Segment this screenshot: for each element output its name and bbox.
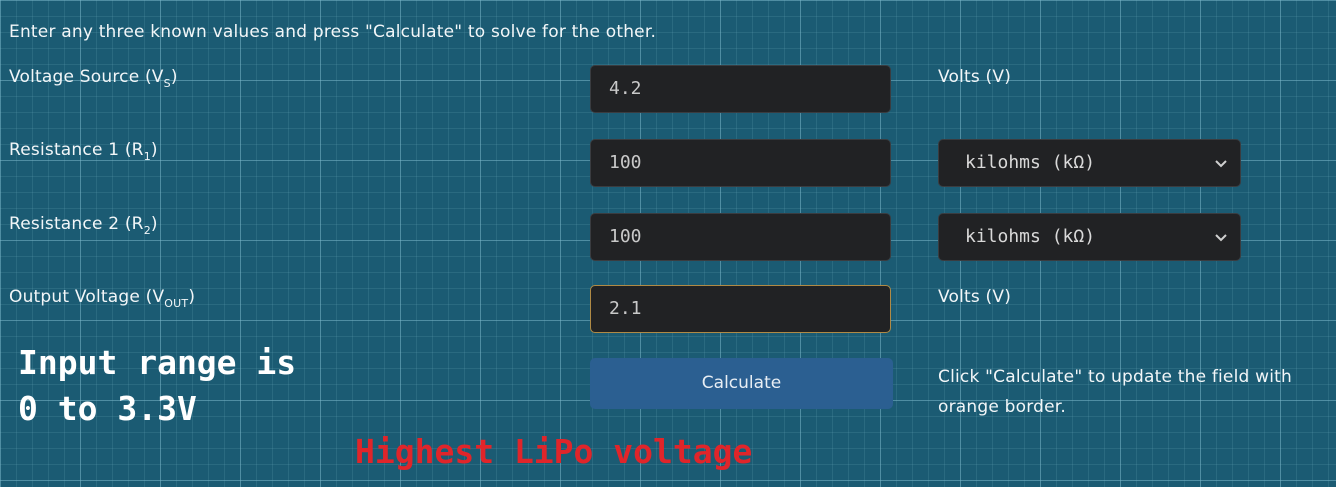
lipo-voltage-annotation: Highest LiPo voltage: [355, 432, 753, 471]
output-voltage-input[interactable]: 2.1: [590, 285, 891, 333]
output-voltage-unit: Volts (V): [938, 287, 1012, 307]
output-voltage-label: Output Voltage (VOUT): [9, 287, 196, 310]
chevron-down-icon: [1215, 234, 1227, 242]
resistance-2-unit-select[interactable]: kilohms (kΩ): [938, 213, 1241, 261]
input-range-annotation: Input range is 0 to 3.3V: [18, 340, 296, 432]
input-range-line-2: 0 to 3.3V: [18, 389, 197, 428]
voltage-source-input[interactable]: 4.2: [590, 65, 891, 113]
voltage-source-unit: Volts (V): [938, 67, 1012, 87]
intro-text: Enter any three known values and press "…: [9, 22, 657, 42]
resistance-2-unit-value: kilohms (kΩ): [965, 226, 1096, 247]
resistance-1-label: Resistance 1 (R1): [9, 140, 158, 163]
voltage-source-label: Voltage Source (VS): [9, 67, 178, 90]
calculate-button[interactable]: Calculate: [590, 358, 893, 409]
input-range-line-1: Input range is: [18, 343, 297, 382]
resistance-1-input[interactable]: 100: [590, 139, 891, 187]
resistance-1-unit-select[interactable]: kilohms (kΩ): [938, 139, 1241, 187]
calculate-hint: Click "Calculate" to update the field wi…: [938, 367, 1292, 417]
resistance-2-label: Resistance 2 (R2): [9, 214, 158, 237]
resistance-2-input[interactable]: 100: [590, 213, 891, 261]
chevron-down-icon: [1215, 160, 1227, 168]
resistance-1-unit-value: kilohms (kΩ): [965, 152, 1096, 173]
